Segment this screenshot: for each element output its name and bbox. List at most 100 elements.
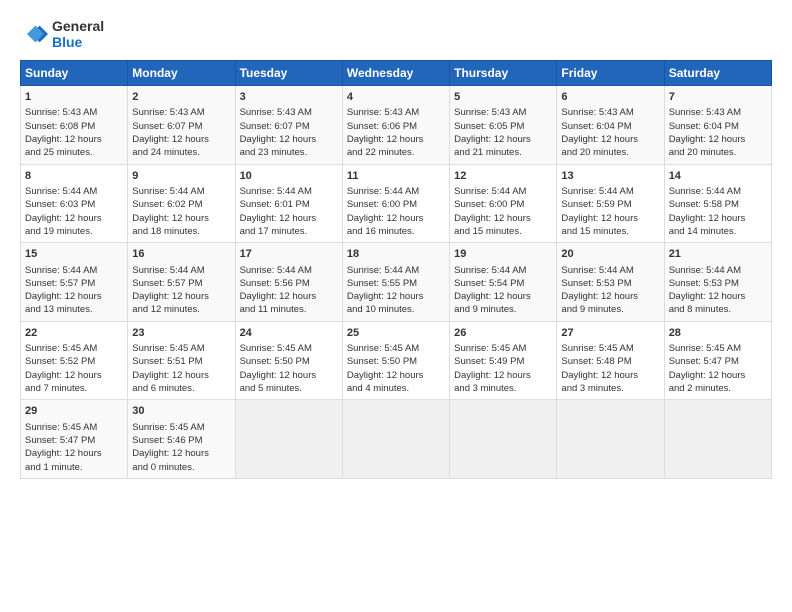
day-number: 27	[561, 326, 659, 341]
day-info: Sunrise: 5:44 AM Sunset: 5:56 PM Dayligh…	[240, 264, 338, 317]
calendar-cell: 11Sunrise: 5:44 AM Sunset: 6:00 PM Dayli…	[342, 164, 449, 243]
calendar-cell: 19 Sunrise: 5:44 AM Sunset: 5:54 PM Dayli…	[450, 243, 557, 322]
day-number: 10	[240, 169, 338, 184]
day-number: 18	[347, 247, 445, 262]
day-number: 11	[347, 169, 445, 184]
day-info: Sunrise: 5:44 AM Sunset: 6:02 PM Dayligh…	[132, 185, 230, 238]
header: General Blue	[20, 18, 772, 50]
day-info: Sunrise: 5:44 AM Sunset: 6:03 PM Dayligh…	[25, 185, 123, 238]
header-row: SundayMondayTuesdayWednesdayThursdayFrid…	[21, 61, 772, 86]
day-number: 1	[25, 90, 123, 105]
day-number: 4	[347, 90, 445, 105]
calendar-cell: 21Sunrise: 5:44 AM Sunset: 5:53 PM Dayli…	[664, 243, 771, 322]
day-info: Sunrise: 5:44 AM Sunset: 5:57 PM Dayligh…	[25, 264, 123, 317]
day-info: Sunrise: 5:44 AM Sunset: 5:57 PM Dayligh…	[132, 264, 230, 317]
calendar-cell: 12Sunrise: 5:44 AM Sunset: 6:00 PM Dayli…	[450, 164, 557, 243]
calendar-cell: 4Sunrise: 5:43 AM Sunset: 6:06 PM Daylig…	[342, 86, 449, 165]
calendar-cell	[557, 400, 664, 479]
day-info: Sunrise: 5:45 AM Sunset: 5:50 PM Dayligh…	[240, 342, 338, 395]
day-number: 12	[454, 169, 552, 184]
calendar-cell: 17 Sunrise: 5:44 AM Sunset: 5:56 PM Dayli…	[235, 243, 342, 322]
day-number: 24	[240, 326, 338, 341]
day-info: Sunrise: 5:45 AM Sunset: 5:51 PM Dayligh…	[132, 342, 230, 395]
day-number: 23	[132, 326, 230, 341]
day-info: Sunrise: 5:43 AM Sunset: 6:04 PM Dayligh…	[669, 106, 767, 159]
day-number: 5	[454, 90, 552, 105]
day-number: 7	[669, 90, 767, 105]
day-info: Sunrise: 5:43 AM Sunset: 6:04 PM Dayligh…	[561, 106, 659, 159]
calendar-cell: 14Sunrise: 5:44 AM Sunset: 5:58 PM Dayli…	[664, 164, 771, 243]
day-info: Sunrise: 5:44 AM Sunset: 5:59 PM Dayligh…	[561, 185, 659, 238]
calendar-cell: 5Sunrise: 5:43 AM Sunset: 6:05 PM Daylig…	[450, 86, 557, 165]
day-info: Sunrise: 5:45 AM Sunset: 5:48 PM Dayligh…	[561, 342, 659, 395]
column-header-wednesday: Wednesday	[342, 61, 449, 86]
logo-text: General Blue	[52, 18, 104, 50]
day-info: Sunrise: 5:43 AM Sunset: 6:06 PM Dayligh…	[347, 106, 445, 159]
column-header-sunday: Sunday	[21, 61, 128, 86]
day-info: Sunrise: 5:45 AM Sunset: 5:47 PM Dayligh…	[669, 342, 767, 395]
day-info: Sunrise: 5:44 AM Sunset: 5:55 PM Dayligh…	[347, 264, 445, 317]
logo: General Blue	[20, 18, 104, 50]
calendar-week-4: 22Sunrise: 5:45 AM Sunset: 5:52 PM Dayli…	[21, 321, 772, 400]
day-info: Sunrise: 5:43 AM Sunset: 6:05 PM Dayligh…	[454, 106, 552, 159]
day-info: Sunrise: 5:44 AM Sunset: 6:00 PM Dayligh…	[347, 185, 445, 238]
logo-icon	[20, 20, 48, 48]
day-number: 16	[132, 247, 230, 262]
calendar-cell: 7Sunrise: 5:43 AM Sunset: 6:04 PM Daylig…	[664, 86, 771, 165]
calendar-cell: 28Sunrise: 5:45 AM Sunset: 5:47 PM Dayli…	[664, 321, 771, 400]
day-number: 6	[561, 90, 659, 105]
day-number: 17	[240, 247, 338, 262]
calendar-cell: 22Sunrise: 5:45 AM Sunset: 5:52 PM Dayli…	[21, 321, 128, 400]
calendar-cell: 9Sunrise: 5:44 AM Sunset: 6:02 PM Daylig…	[128, 164, 235, 243]
day-number: 14	[669, 169, 767, 184]
calendar-cell: 25Sunrise: 5:45 AM Sunset: 5:50 PM Dayli…	[342, 321, 449, 400]
calendar-cell: 24Sunrise: 5:45 AM Sunset: 5:50 PM Dayli…	[235, 321, 342, 400]
calendar-table: SundayMondayTuesdayWednesdayThursdayFrid…	[20, 60, 772, 479]
day-number: 29	[25, 404, 123, 419]
calendar-week-1: 1Sunrise: 5:43 AM Sunset: 6:08 PM Daylig…	[21, 86, 772, 165]
day-info: Sunrise: 5:43 AM Sunset: 6:07 PM Dayligh…	[240, 106, 338, 159]
calendar-cell: 26Sunrise: 5:45 AM Sunset: 5:49 PM Dayli…	[450, 321, 557, 400]
calendar-cell: 3Sunrise: 5:43 AM Sunset: 6:07 PM Daylig…	[235, 86, 342, 165]
calendar-cell	[342, 400, 449, 479]
calendar-cell: 8Sunrise: 5:44 AM Sunset: 6:03 PM Daylig…	[21, 164, 128, 243]
day-info: Sunrise: 5:44 AM Sunset: 5:58 PM Dayligh…	[669, 185, 767, 238]
calendar-cell	[235, 400, 342, 479]
calendar-cell: 23Sunrise: 5:45 AM Sunset: 5:51 PM Dayli…	[128, 321, 235, 400]
day-number: 9	[132, 169, 230, 184]
page-container: General Blue SundayMondayTuesdayWednesda…	[0, 0, 792, 489]
day-number: 22	[25, 326, 123, 341]
day-number: 2	[132, 90, 230, 105]
day-number: 25	[347, 326, 445, 341]
calendar-cell: 15Sunrise: 5:44 AM Sunset: 5:57 PM Dayli…	[21, 243, 128, 322]
calendar-cell: 6Sunrise: 5:43 AM Sunset: 6:04 PM Daylig…	[557, 86, 664, 165]
calendar-cell: 16 Sunrise: 5:44 AM Sunset: 5:57 PM Dayli…	[128, 243, 235, 322]
day-info: Sunrise: 5:43 AM Sunset: 6:07 PM Dayligh…	[132, 106, 230, 159]
column-header-tuesday: Tuesday	[235, 61, 342, 86]
day-info: Sunrise: 5:44 AM Sunset: 6:00 PM Dayligh…	[454, 185, 552, 238]
calendar-cell: 2Sunrise: 5:43 AM Sunset: 6:07 PM Daylig…	[128, 86, 235, 165]
day-info: Sunrise: 5:45 AM Sunset: 5:49 PM Dayligh…	[454, 342, 552, 395]
day-info: Sunrise: 5:44 AM Sunset: 5:54 PM Dayligh…	[454, 264, 552, 317]
calendar-cell: 18 Sunrise: 5:44 AM Sunset: 5:55 PM Dayli…	[342, 243, 449, 322]
day-number: 3	[240, 90, 338, 105]
day-info: Sunrise: 5:45 AM Sunset: 5:50 PM Dayligh…	[347, 342, 445, 395]
day-number: 13	[561, 169, 659, 184]
calendar-week-5: 29 Sunrise: 5:45 AM Sunset: 5:47 PM Dayli…	[21, 400, 772, 479]
calendar-week-3: 15Sunrise: 5:44 AM Sunset: 5:57 PM Dayli…	[21, 243, 772, 322]
calendar-week-2: 8Sunrise: 5:44 AM Sunset: 6:03 PM Daylig…	[21, 164, 772, 243]
day-info: Sunrise: 5:45 AM Sunset: 5:47 PM Dayligh…	[25, 421, 123, 474]
day-info: Sunrise: 5:45 AM Sunset: 5:46 PM Dayligh…	[132, 421, 230, 474]
calendar-cell: 30Sunrise: 5:45 AM Sunset: 5:46 PM Dayli…	[128, 400, 235, 479]
day-info: Sunrise: 5:44 AM Sunset: 6:01 PM Dayligh…	[240, 185, 338, 238]
calendar-cell	[450, 400, 557, 479]
column-header-monday: Monday	[128, 61, 235, 86]
calendar-cell: 27Sunrise: 5:45 AM Sunset: 5:48 PM Dayli…	[557, 321, 664, 400]
day-number: 28	[669, 326, 767, 341]
day-number: 26	[454, 326, 552, 341]
column-header-saturday: Saturday	[664, 61, 771, 86]
day-number: 19	[454, 247, 552, 262]
column-header-friday: Friday	[557, 61, 664, 86]
day-number: 21	[669, 247, 767, 262]
calendar-cell	[664, 400, 771, 479]
